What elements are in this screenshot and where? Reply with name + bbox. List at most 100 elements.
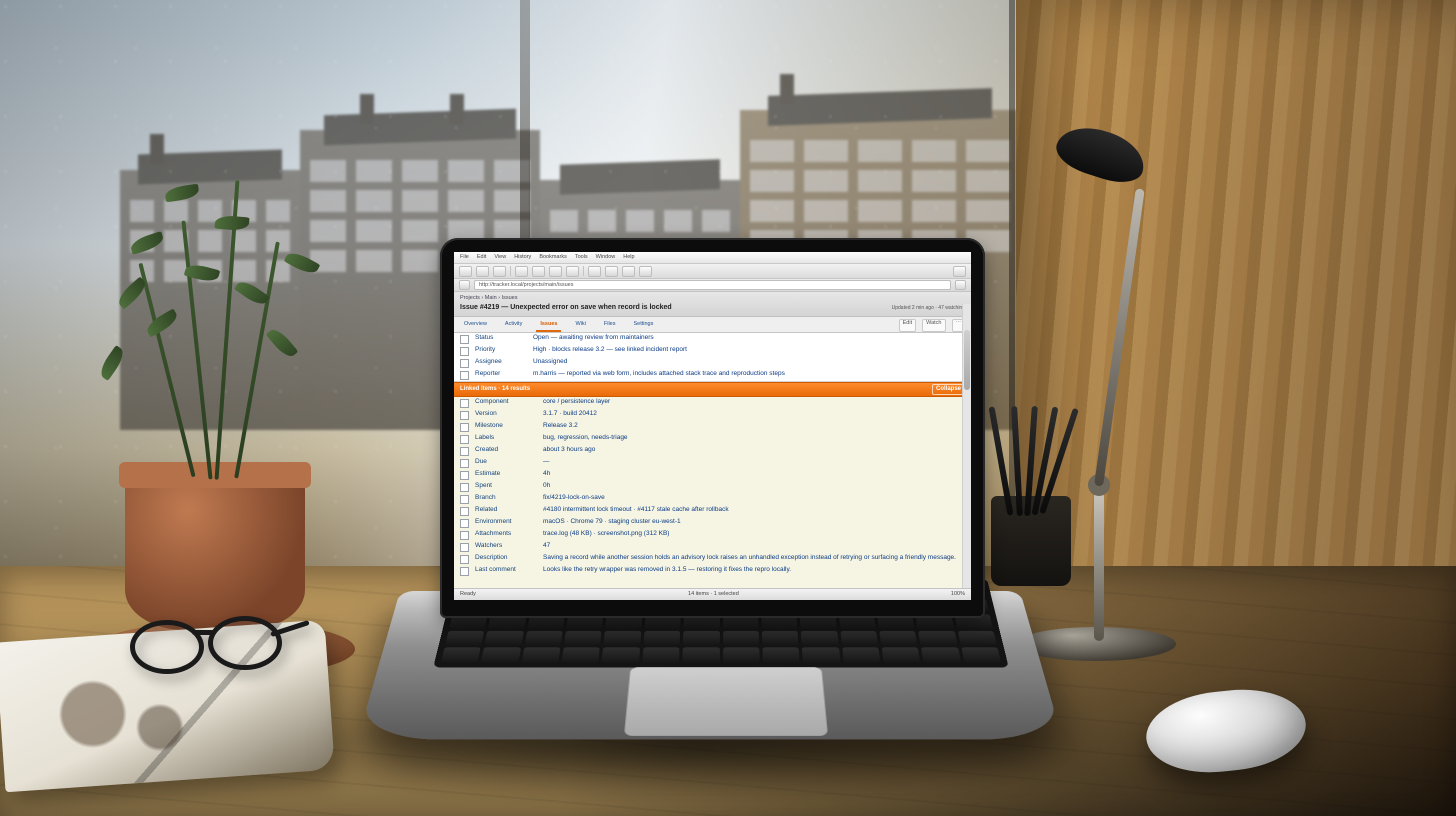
row-checkbox[interactable] (460, 399, 469, 408)
row-checkbox[interactable] (460, 411, 469, 420)
row-checkbox[interactable] (460, 335, 469, 344)
row-checkbox[interactable] (460, 519, 469, 528)
new-button[interactable] (532, 266, 545, 277)
section-header-bar[interactable]: Linked items · 14 results Collapse (454, 382, 971, 397)
row-label: Due (475, 458, 537, 466)
status-center: 14 items · 1 selected (484, 591, 943, 598)
edit-button[interactable]: Edit (899, 319, 916, 332)
list-row[interactable]: EnvironmentmacOS · Chrome 79 · staging c… (454, 517, 971, 529)
laptop-trackpad (624, 667, 828, 736)
list-row[interactable]: Attachmentstrace.log (48 KB) · screensho… (454, 529, 971, 541)
row-checkbox[interactable] (460, 423, 469, 432)
tab-files[interactable]: Files (600, 319, 620, 332)
list-row[interactable]: Created about 3 hours ago (454, 445, 971, 457)
vertical-scrollbar[interactable] (962, 304, 971, 589)
tab-wiki[interactable]: Wiki (571, 319, 589, 332)
potted-plant (35, 130, 395, 630)
row-checkbox[interactable] (460, 359, 469, 368)
back-button[interactable] (459, 266, 472, 277)
row-value: bug, regression, needs-triage (543, 434, 628, 442)
row-value: core / persistence layer (543, 398, 610, 406)
row-checkbox[interactable] (460, 483, 469, 492)
forward-button[interactable] (476, 266, 489, 277)
cut-button[interactable] (605, 266, 618, 277)
menubar-item[interactable]: View (494, 254, 506, 261)
list-row[interactable]: Last commentLooks like the retry wrapper… (454, 565, 971, 577)
menubar-item[interactable]: File (460, 254, 469, 261)
row-checkbox[interactable] (460, 459, 469, 468)
list-row[interactable]: Estimate4h (454, 469, 971, 481)
laptop-screen: File Edit View History Bookmarks Tools W… (454, 252, 971, 600)
bookmark-icon[interactable] (955, 280, 966, 290)
row-checkbox[interactable] (460, 567, 469, 576)
row-checkbox[interactable] (460, 495, 469, 504)
row-label: Created (475, 446, 537, 454)
settings-button[interactable] (953, 266, 966, 277)
tab-settings[interactable]: Settings (629, 319, 657, 332)
watch-button[interactable]: Watch (922, 319, 945, 332)
eyeglasses (130, 616, 300, 671)
status-right: 100% (951, 591, 965, 598)
paste-button[interactable] (639, 266, 652, 277)
list-row[interactable]: Reporterm.harris — reported via web form… (454, 369, 971, 381)
row-value: High · blocks release 3.2 — see linked i… (533, 346, 687, 354)
menubar-item[interactable]: Edit (477, 254, 486, 261)
list-row[interactable]: MilestoneRelease 3.2 (454, 421, 971, 433)
breadcrumb[interactable]: Projects › Main › Issues (460, 295, 965, 302)
shield-icon (459, 280, 470, 290)
row-label: Priority (475, 346, 527, 354)
page-tabs: Overview Activity Issues Wiki Files Sett… (454, 317, 971, 333)
row-checkbox[interactable] (460, 371, 469, 380)
list-row[interactable]: Labelsbug, regression, needs-triage (454, 433, 971, 445)
list-row[interactable]: Due— (454, 457, 971, 469)
row-checkbox[interactable] (460, 347, 469, 356)
row-value: Looks like the retry wrapper was removed… (543, 566, 791, 574)
tab-issues[interactable]: Issues (536, 319, 561, 332)
list-row[interactable]: Version3.1.7 · build 20412 (454, 409, 971, 421)
row-checkbox[interactable] (460, 435, 469, 444)
save-button[interactable] (566, 266, 579, 277)
reload-button[interactable] (493, 266, 506, 277)
tab-overview[interactable]: Overview (460, 319, 491, 332)
status-left: Ready (460, 591, 476, 598)
row-checkbox[interactable] (460, 447, 469, 456)
laptop: File Edit View History Bookmarks Tools W… (430, 226, 1010, 786)
summary-panel: StatusOpen — awaiting review from mainta… (454, 333, 971, 382)
menubar-item[interactable]: Bookmarks (539, 254, 567, 261)
row-value: about 3 hours ago (543, 446, 595, 454)
address-input[interactable] (474, 280, 951, 290)
list-row[interactable]: DescriptionSaving a record while another… (454, 553, 971, 565)
row-value: Unassigned (533, 358, 567, 366)
tab-activity[interactable]: Activity (501, 319, 526, 332)
scrollbar-thumb[interactable] (964, 330, 970, 390)
details-panel: Componentcore / persistence layerVersion… (454, 397, 971, 600)
row-checkbox[interactable] (460, 555, 469, 564)
list-row[interactable]: Related#4180 intermittent lock timeout ·… (454, 505, 971, 517)
list-row[interactable]: Branchfix/4219-lock-on-save (454, 493, 971, 505)
print-button[interactable] (588, 266, 601, 277)
copy-button[interactable] (622, 266, 635, 277)
list-row[interactable]: AssigneeUnassigned (454, 357, 971, 369)
list-row[interactable]: Watchers47 (454, 541, 971, 553)
row-checkbox[interactable] (460, 531, 469, 540)
list-row[interactable]: StatusOpen — awaiting review from mainta… (454, 333, 971, 345)
row-checkbox[interactable] (460, 471, 469, 480)
list-row[interactable]: Priority High · blocks release 3.2 — see … (454, 345, 971, 357)
row-value: trace.log (48 KB) · screenshot.png (312 … (543, 530, 669, 538)
menubar-item[interactable]: Tools (575, 254, 588, 261)
section-collapse-button[interactable]: Collapse (932, 384, 965, 395)
row-value: #4180 intermittent lock timeout · #4117 … (543, 506, 729, 514)
section-title: Linked items · 14 results (460, 386, 530, 394)
list-row[interactable]: Componentcore / persistence layer (454, 397, 971, 409)
row-value: Saving a record while another session ho… (543, 554, 956, 562)
os-menubar[interactable]: File Edit View History Bookmarks Tools W… (454, 252, 971, 264)
menubar-item[interactable]: Window (596, 254, 616, 261)
row-checkbox[interactable] (460, 543, 469, 552)
row-value: Open — awaiting review from maintainers (533, 334, 654, 342)
list-row[interactable]: Spent0h (454, 481, 971, 493)
row-checkbox[interactable] (460, 507, 469, 516)
menubar-item[interactable]: Help (623, 254, 634, 261)
open-button[interactable] (549, 266, 562, 277)
home-button[interactable] (515, 266, 528, 277)
menubar-item[interactable]: History (514, 254, 531, 261)
